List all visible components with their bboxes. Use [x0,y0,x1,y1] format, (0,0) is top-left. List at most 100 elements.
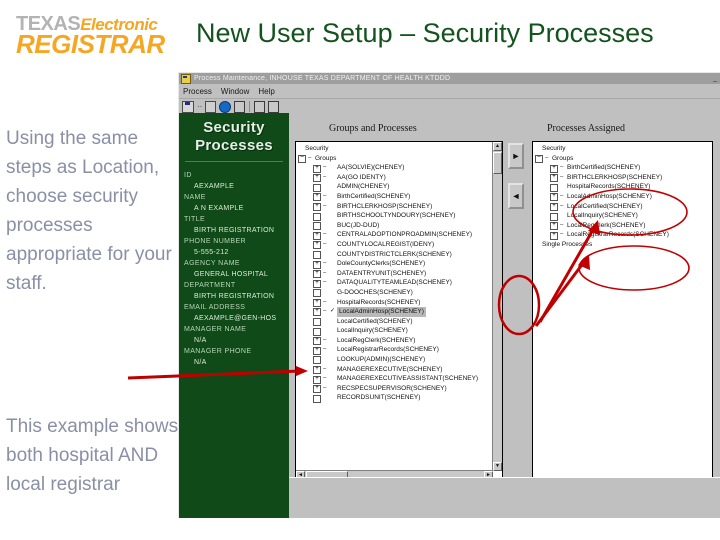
tree-item[interactable]: – AA(SOLVIE)(CHENEY) [298,163,500,173]
tree-item-label: COUNTYLOCALREGIST(IDENY) [337,240,435,248]
leaf-node-icon [313,356,321,365]
tree-item[interactable]: –✓LocalAdminHosp(SCHENEY) [298,307,500,317]
tree-root[interactable]: Security [298,144,500,154]
tree-item[interactable]: –BirthCertified(SCHENEY) [535,163,710,173]
tree-item[interactable]: BIRTHSCHOOLTYNDOURY(SCHENEY) [298,211,500,221]
expand-toggle-icon[interactable] [313,337,321,346]
tree-item[interactable]: – DoleCountyClerks(SCHENEY) [298,259,500,269]
ellipsis-icon[interactable]: ·· [197,102,202,112]
unassign-process-button[interactable]: ◄ [508,183,524,209]
tree-item[interactable]: –LocalRegistrarRecords(SCHENEY) [298,345,500,355]
collapse-toggle-icon[interactable] [298,154,306,163]
tree-item[interactable]: G-DOOCHES(SCHENEY) [298,288,500,298]
scroll-thumb[interactable] [493,152,502,174]
tree-item[interactable]: –BIRTHCLERKHOSP(SCHENEY) [535,173,710,183]
field-value: 5-555-212 [194,249,229,256]
globe-icon[interactable] [219,100,232,113]
tree-item[interactable]: RECORDSUNIT(SCHENEY) [298,393,500,403]
tree-footer-node[interactable]: Single Processes [535,240,710,250]
expand-toggle-icon[interactable] [550,222,558,231]
tree-item[interactable]: – COUNTYLOCALREGIST(IDENY) [298,240,500,250]
tree-item-label: ADMIN(CHENEY) [337,183,390,191]
expand-toggle-icon[interactable] [313,298,321,307]
tree-item[interactable]: – MANAGEREXECUTIVEASSISTANT(SCHENEY) [298,374,500,384]
expand-toggle-icon[interactable] [313,231,321,240]
expand-toggle-icon[interactable] [313,346,321,355]
expand-toggle-icon[interactable] [313,241,321,250]
profile-field: PHONE NUMBER 5-555-212 [184,236,284,258]
tree-branch[interactable]: – Groups [298,154,500,164]
groups-and-processes-tree[interactable]: Security – Groups – AA(SOLVIE)(CHENEY) – AA… [295,141,503,481]
profile-field: MANAGER PHONE N/A [184,346,284,368]
refresh-icon[interactable] [205,100,217,113]
expand-toggle-icon[interactable] [313,193,321,202]
leaf-node-icon [313,289,321,298]
tree-item[interactable]: – RECSPECSUPERVISOR(SCHENEY) [298,384,500,394]
tree-item[interactable]: HospitalRecords(SCHENEY) [535,182,710,192]
tree-item[interactable]: –LocalAdminHosp(SCHENEY) [535,192,710,202]
tree-connector: – [323,260,327,267]
field-label: NAME [184,194,206,201]
clock-icon[interactable] [254,100,266,113]
save-icon[interactable] [182,100,194,113]
collapse-toggle-icon[interactable] [535,154,543,163]
tree-item[interactable]: –LocalRegClerk(SCHENEY) [298,336,500,346]
expand-toggle-icon[interactable] [550,164,558,173]
expand-toggle-icon[interactable] [550,231,558,240]
tree-item[interactable]: – MANAGEREXECUTIVE(SCHENEY) [298,365,500,375]
chart-icon[interactable] [268,100,280,113]
assign-process-button[interactable]: ► [508,143,524,169]
scroll-down-button[interactable]: ▼ [493,462,502,471]
tree-item[interactable]: – DATAQUALITYTEAMLEAD(SCHENEY) [298,278,500,288]
groups-panel-heading: Groups and Processes [329,123,417,134]
tree-root-label: Security [542,145,566,152]
person-icon[interactable] [234,100,246,113]
tree-item[interactable]: LocalCertified(SCHENEY) [298,317,500,327]
expand-toggle-icon[interactable] [313,270,321,279]
expand-toggle-icon[interactable] [313,385,321,394]
tree-item[interactable]: –LocalRegistrarRecords(SCHENEY) [535,230,710,240]
tree-item[interactable]: – DATAENTRYUNIT(SCHENEY) [298,269,500,279]
minimize-button[interactable]: _ [713,75,718,82]
expand-toggle-icon[interactable] [313,164,321,173]
tree-item[interactable]: BUC(JD-DUD) [298,221,500,231]
expand-toggle-icon[interactable] [313,375,321,384]
menu-item-process[interactable]: Process [183,87,212,96]
expand-toggle-icon[interactable] [313,260,321,269]
tree-item[interactable]: LOOKUP(ADMIN)(SCHENEY) [298,355,500,365]
tree-connector: – [323,164,327,171]
tree-item[interactable]: LocalInquiry(SCHENEY) [298,326,500,336]
window-titlebar[interactable]: Process Maintenance, INHOUSE TEXAS DEPAR… [179,73,720,84]
tree-item[interactable]: – CENTRALADOPTIONPROADMIN(SCHENEY) [298,230,500,240]
expand-toggle-icon[interactable] [313,308,321,317]
leaf-node-icon [550,183,558,192]
tree-root[interactable]: Security [535,144,710,154]
tree-item[interactable]: –LocalCertified(SCHENEY) [535,202,710,212]
expand-toggle-icon[interactable] [313,202,321,211]
assigned-tree-items[interactable]: Security – Groups –BirthCertified(SCHENE… [533,142,712,250]
tree-item[interactable]: –BirthCertified(SCHENEY) [298,192,500,202]
expand-toggle-icon[interactable] [313,279,321,288]
tree-item[interactable]: –LocalRegClerk(SCHENEY) [535,221,710,231]
tree-item[interactable]: COUNTYDISTRICTCLERK(SCHENEY) [298,250,500,260]
tree-branch[interactable]: – Groups [535,154,710,164]
expand-toggle-icon[interactable] [313,366,321,375]
tree-item-label: LocalRegClerk(SCHENEY) [337,336,416,344]
tree-item[interactable]: LocalInquiry(SCHENEY) [535,211,710,221]
tree-item[interactable]: –BIRTHCLERKHOSP(SCHENEY) [298,202,500,212]
tree-item[interactable]: ADMIN(CHENEY) [298,182,500,192]
groups-tree-items[interactable]: Security – Groups – AA(SOLVIE)(CHENEY) – AA… [296,142,502,403]
scroll-up-button[interactable]: ▲ [493,142,502,151]
expand-toggle-icon[interactable] [550,202,558,211]
menu-item-help[interactable]: Help [258,87,274,96]
tree-item[interactable]: – HospitalRecords(SCHENEY) [298,298,500,308]
expand-toggle-icon[interactable] [313,174,321,183]
processes-assigned-tree[interactable]: Security – Groups –BirthCertified(SCHENE… [532,141,713,481]
security-processes-profile-panel: Security Processes ID AEXAMPLE NAME A N EX… [179,113,289,518]
menu-item-window[interactable]: Window [221,87,249,96]
groups-tree-vertical-scrollbar[interactable]: ▲ ▼ [492,142,502,471]
expand-toggle-icon[interactable] [550,174,558,183]
expand-toggle-icon[interactable] [550,193,558,202]
tree-item[interactable]: – AA(GO IDENTY) [298,173,500,183]
page-title: New User Setup – Security Processes [196,18,654,48]
